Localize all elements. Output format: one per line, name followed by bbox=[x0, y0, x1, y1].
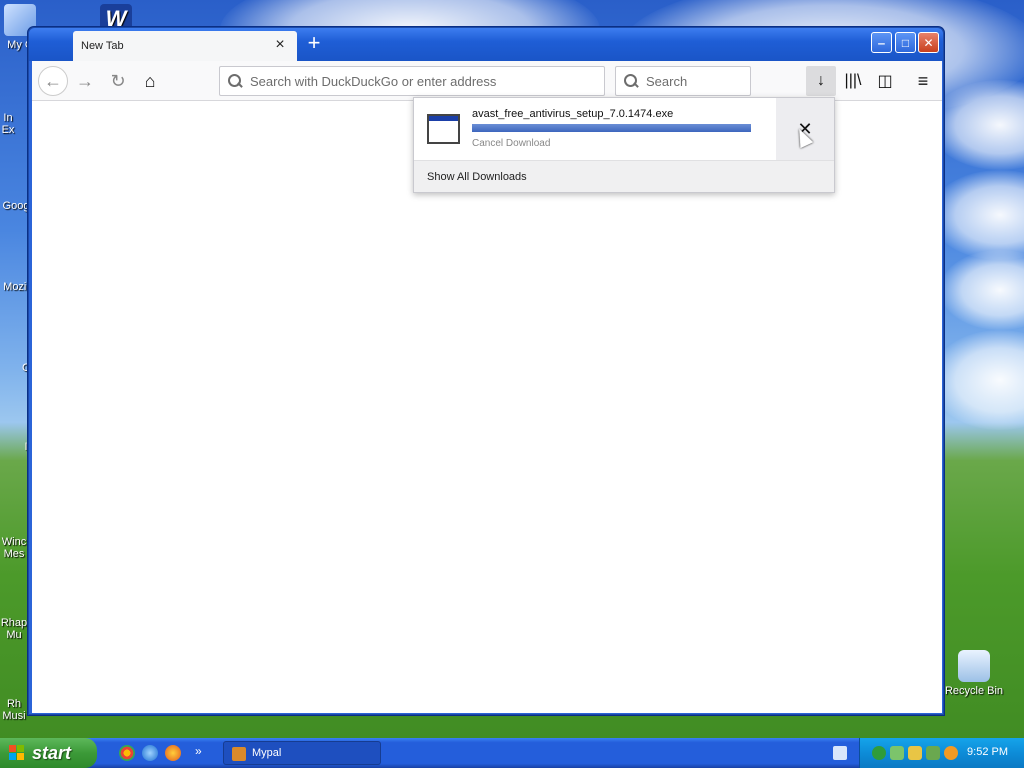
address-bar[interactable]: Search with DuckDuckGo or enter address bbox=[219, 66, 605, 96]
download-progress-bar bbox=[472, 124, 751, 132]
desktop-icon-label: Mozil bbox=[3, 281, 29, 293]
clock: 9:52 PM bbox=[967, 746, 1008, 758]
home-button[interactable]: ⌂ bbox=[135, 66, 165, 96]
search-tray-icon[interactable] bbox=[944, 746, 958, 760]
keyboard-icon[interactable] bbox=[833, 746, 847, 760]
downloads-panel: avast_free_antivirus_setup_7.0.1474.exe … bbox=[413, 97, 835, 193]
show-all-downloads-button[interactable]: Show All Downloads bbox=[414, 160, 834, 192]
search-input[interactable]: Search bbox=[615, 66, 751, 96]
security-icon[interactable] bbox=[890, 746, 904, 760]
maximize-button[interactable]: □ bbox=[895, 32, 916, 53]
search-icon bbox=[228, 74, 242, 88]
desktop-icon-label: Rhap Mu bbox=[0, 617, 28, 641]
new-tab-button[interactable]: + bbox=[303, 32, 325, 55]
desktop-icon-label: Goog bbox=[2, 200, 30, 212]
forward-button[interactable]: → bbox=[70, 66, 100, 96]
shield-icon[interactable] bbox=[908, 746, 922, 760]
address-bar-placeholder: Search with DuckDuckGo or enter address bbox=[250, 73, 497, 89]
wallpaper-cloud bbox=[940, 250, 1024, 330]
download-progress-fill bbox=[472, 124, 751, 132]
back-button[interactable]: ← bbox=[38, 66, 68, 96]
start-button[interactable]: start bbox=[0, 738, 97, 768]
mypal-icon bbox=[232, 747, 246, 761]
title-bar: New Tab × + ‒ □ ✕ bbox=[29, 28, 943, 61]
taskbar-item-label: Mypal bbox=[252, 747, 282, 759]
hamburger-menu-button[interactable]: ≡ bbox=[908, 66, 938, 96]
sidebar-toggle-button[interactable]: ◫ bbox=[870, 66, 900, 96]
system-tray: 9:52 PM bbox=[859, 738, 1024, 768]
close-window-button[interactable]: ✕ bbox=[918, 32, 939, 53]
quick-launch-more-button[interactable]: » bbox=[195, 744, 202, 758]
show-all-downloads-label: Show All Downloads bbox=[427, 170, 527, 183]
wallpaper-cloud bbox=[930, 170, 1024, 260]
windows-logo-icon bbox=[9, 745, 25, 761]
desktop-icon-label: Recycle Bin bbox=[944, 685, 1004, 697]
minimize-button[interactable]: ‒ bbox=[871, 32, 892, 53]
chrome-icon[interactable] bbox=[119, 745, 135, 761]
navigation-toolbar: ← → ↻ ⌂ Search with DuckDuckGo or enter … bbox=[32, 61, 942, 101]
taskbar: start » Mypal 9:52 PM bbox=[0, 738, 1024, 768]
desktop-icon-recycle-bin[interactable]: Recycle Bin bbox=[942, 650, 1006, 697]
update-icon[interactable] bbox=[926, 746, 940, 760]
firefox-icon[interactable] bbox=[165, 745, 181, 761]
network-icon[interactable] bbox=[872, 746, 886, 760]
tab-title: New Tab bbox=[81, 40, 124, 52]
download-status: Cancel Download bbox=[472, 138, 551, 149]
desktop-icon-label: Winc Mes bbox=[1, 536, 27, 560]
library-button[interactable]: |||\ bbox=[838, 66, 868, 96]
recycle-bin-icon bbox=[958, 650, 990, 682]
desktop-icon-label: Rh Musi bbox=[2, 698, 26, 722]
reload-button[interactable]: ↻ bbox=[103, 66, 133, 96]
search-icon bbox=[624, 74, 638, 88]
start-label: start bbox=[32, 742, 72, 763]
desktop-icon-label: In Ex bbox=[1, 112, 15, 136]
download-item[interactable]: avast_free_antivirus_setup_7.0.1474.exe … bbox=[414, 98, 834, 160]
executable-file-icon bbox=[427, 114, 460, 144]
downloads-button[interactable]: ↓ bbox=[806, 66, 836, 96]
internet-explorer-icon[interactable] bbox=[142, 745, 158, 761]
search-placeholder: Search bbox=[646, 73, 688, 89]
download-filename: avast_free_antivirus_setup_7.0.1474.exe bbox=[472, 108, 674, 120]
taskbar-item-mypal[interactable]: Mypal bbox=[223, 741, 381, 765]
tab-close-icon[interactable]: × bbox=[273, 37, 287, 53]
wallpaper-cloud bbox=[930, 330, 1024, 430]
tab-new-tab[interactable]: New Tab × bbox=[73, 31, 297, 61]
